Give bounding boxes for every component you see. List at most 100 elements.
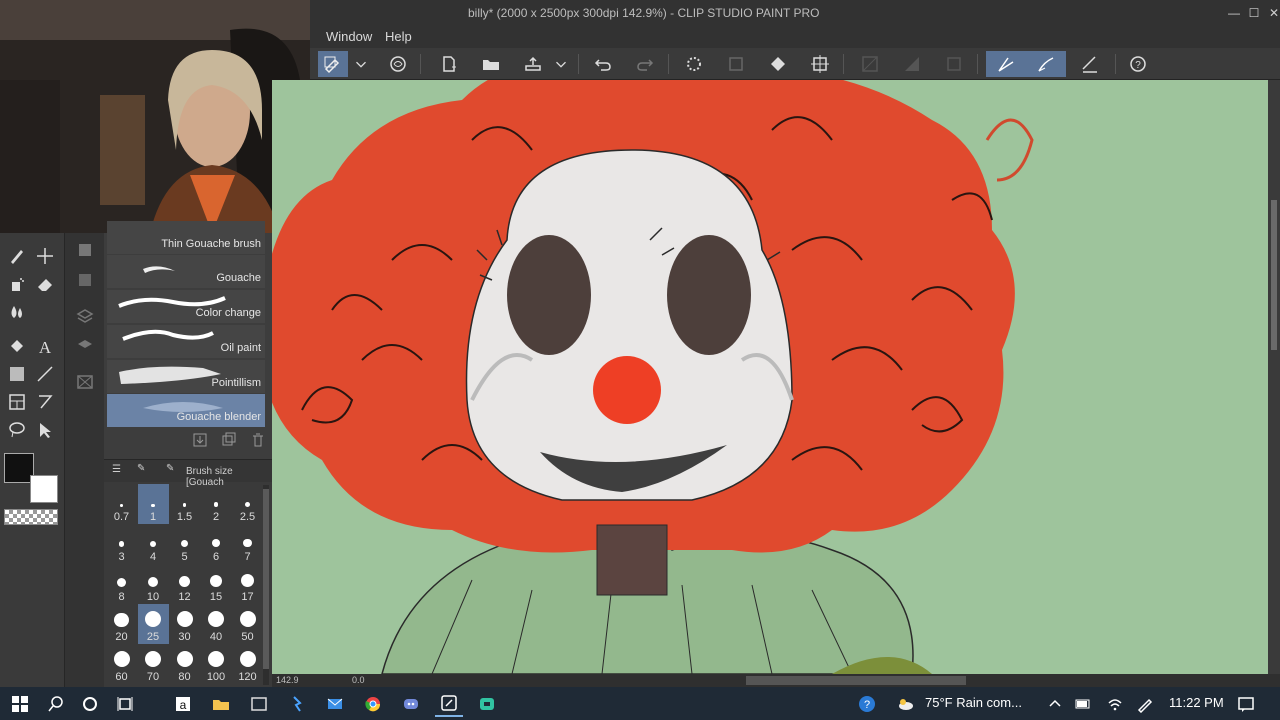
export-icon[interactable]: [518, 51, 548, 77]
brush-size-option[interactable]: 2.5: [232, 484, 263, 524]
clear-icon[interactable]: [721, 51, 751, 77]
canvas-horizontal-scrollbar[interactable]: [746, 676, 966, 685]
brush-size-option[interactable]: 2: [201, 484, 232, 524]
brush-size-option[interactable]: 30: [169, 604, 200, 644]
blend-tool-icon[interactable]: [4, 299, 30, 325]
pen-icon[interactable]: ✎: [137, 463, 145, 474]
chevron-down-icon[interactable]: [352, 51, 370, 77]
brush-size-option[interactable]: 12: [169, 564, 200, 604]
menu-icon[interactable]: ☰: [112, 464, 121, 475]
wifi-icon[interactable]: [1101, 691, 1129, 717]
task-view-icon[interactable]: [111, 691, 139, 717]
brush-size-option[interactable]: 8: [106, 564, 137, 604]
brush-size-option[interactable]: 1.5: [169, 484, 200, 524]
brush-size-option[interactable]: 100: [201, 644, 232, 684]
rotation-angle[interactable]: 0.0: [352, 675, 365, 685]
pen-tool-icon[interactable]: [4, 243, 30, 269]
pen-input-icon[interactable]: [1131, 691, 1159, 717]
layer-icon[interactable]: [72, 237, 98, 263]
new-file-icon[interactable]: [434, 51, 464, 77]
close-icon[interactable]: ✕: [1264, 3, 1280, 23]
drawing-canvas[interactable]: [272, 80, 1268, 674]
menu-help[interactable]: Help: [385, 29, 412, 44]
loading-icon[interactable]: [679, 51, 709, 77]
frame-tool-icon[interactable]: [4, 389, 30, 415]
brush-size-option[interactable]: 15: [201, 564, 232, 604]
app-icon[interactable]: [283, 691, 311, 717]
brush-item[interactable]: Thin Gouache brush: [107, 221, 265, 254]
amazon-icon[interactable]: a: [169, 691, 197, 717]
open-folder-icon[interactable]: [476, 51, 506, 77]
lasso-tool-icon[interactable]: [4, 417, 30, 443]
bucket-tool-icon[interactable]: [4, 333, 30, 359]
pen-active-icon[interactable]: [986, 51, 1026, 77]
selection-icon[interactable]: [939, 51, 969, 77]
transparent-color-swatch[interactable]: [4, 509, 58, 525]
undo-icon[interactable]: [588, 51, 618, 77]
mail-icon[interactable]: [321, 691, 349, 717]
text-tool-icon[interactable]: A: [32, 333, 58, 359]
brush-item[interactable]: Oil paint: [107, 325, 265, 358]
download-icon[interactable]: [192, 432, 208, 448]
brush-size-option[interactable]: 7: [232, 524, 263, 564]
sub-color-swatch[interactable]: [30, 475, 58, 503]
duplicate-icon[interactable]: [221, 432, 237, 448]
gradient-tool-icon[interactable]: [4, 361, 30, 387]
transform-icon[interactable]: [805, 51, 835, 77]
minimize-icon[interactable]: —: [1224, 3, 1244, 23]
brush-size-option[interactable]: 5: [169, 524, 200, 564]
brush-item[interactable]: Pointillism: [107, 360, 265, 393]
cortana-icon[interactable]: [76, 691, 104, 717]
layer-merge-icon[interactable]: [72, 333, 98, 359]
correct-line-tool-icon[interactable]: [32, 389, 58, 415]
weather-text[interactable]: 75°F Rain com...: [925, 695, 1022, 710]
clip-studio-icon[interactable]: [383, 51, 413, 77]
brush-size-option[interactable]: 1: [137, 484, 169, 524]
file-explorer-icon[interactable]: [207, 691, 235, 717]
layer-mask-icon[interactable]: [72, 369, 98, 395]
brush-size-option[interactable]: 0.7: [106, 484, 137, 524]
discord-icon[interactable]: [397, 691, 425, 717]
stroke-icon[interactable]: [855, 51, 885, 77]
export-dropdown-icon[interactable]: [552, 51, 570, 77]
brush-size-option[interactable]: 50: [232, 604, 263, 644]
brush-size-option[interactable]: 4: [138, 524, 169, 564]
help-circle-icon[interactable]: ?: [853, 691, 881, 717]
brush-settings-icon[interactable]: [318, 51, 348, 77]
battery-icon[interactable]: [1069, 691, 1097, 717]
search-icon[interactable]: [42, 691, 70, 717]
brush-item-selected[interactable]: Gouache blender: [107, 394, 265, 427]
sparkle-tool-icon[interactable]: [32, 243, 58, 269]
notification-icon[interactable]: [1232, 691, 1260, 717]
clock-time[interactable]: 11:22 PM: [1169, 695, 1224, 710]
zoom-level[interactable]: 142.9: [276, 675, 299, 685]
brush-size-option[interactable]: 120: [232, 644, 263, 684]
brush-size-option[interactable]: 40: [201, 604, 232, 644]
brush-icon[interactable]: ✎: [166, 463, 174, 474]
layer-copy-icon[interactable]: [72, 267, 98, 293]
start-icon[interactable]: [6, 691, 34, 717]
airbrush-tool-icon[interactable]: [4, 271, 30, 297]
help-icon[interactable]: ?: [1123, 51, 1153, 77]
brush-item[interactable]: Color change: [107, 290, 265, 323]
layer-stack-icon[interactable]: [72, 303, 98, 329]
maximize-icon[interactable]: ☐: [1244, 3, 1264, 23]
line-tool-icon[interactable]: [32, 361, 58, 387]
brush-size-option[interactable]: 17: [232, 564, 263, 604]
ruler-pen-icon[interactable]: [1075, 51, 1105, 77]
streamlabs-icon[interactable]: [473, 691, 501, 717]
clip-studio-icon[interactable]: [435, 691, 463, 717]
brush-size-option[interactable]: 80: [169, 644, 200, 684]
redo-icon[interactable]: [630, 51, 660, 77]
brush-size-option[interactable]: 20: [106, 604, 137, 644]
object-tool-icon[interactable]: [32, 417, 58, 443]
fill-selection-icon[interactable]: [897, 51, 927, 77]
brush-size-option[interactable]: 10: [138, 564, 169, 604]
browser-icon[interactable]: [245, 691, 273, 717]
brush-size-option[interactable]: 3: [106, 524, 137, 564]
chrome-icon[interactable]: [359, 691, 387, 717]
brush-active-icon[interactable]: [1026, 51, 1066, 77]
eraser-tool-icon[interactable]: [32, 271, 58, 297]
brush-size-option[interactable]: 70: [138, 644, 169, 684]
brush-item[interactable]: Gouache: [107, 255, 265, 288]
